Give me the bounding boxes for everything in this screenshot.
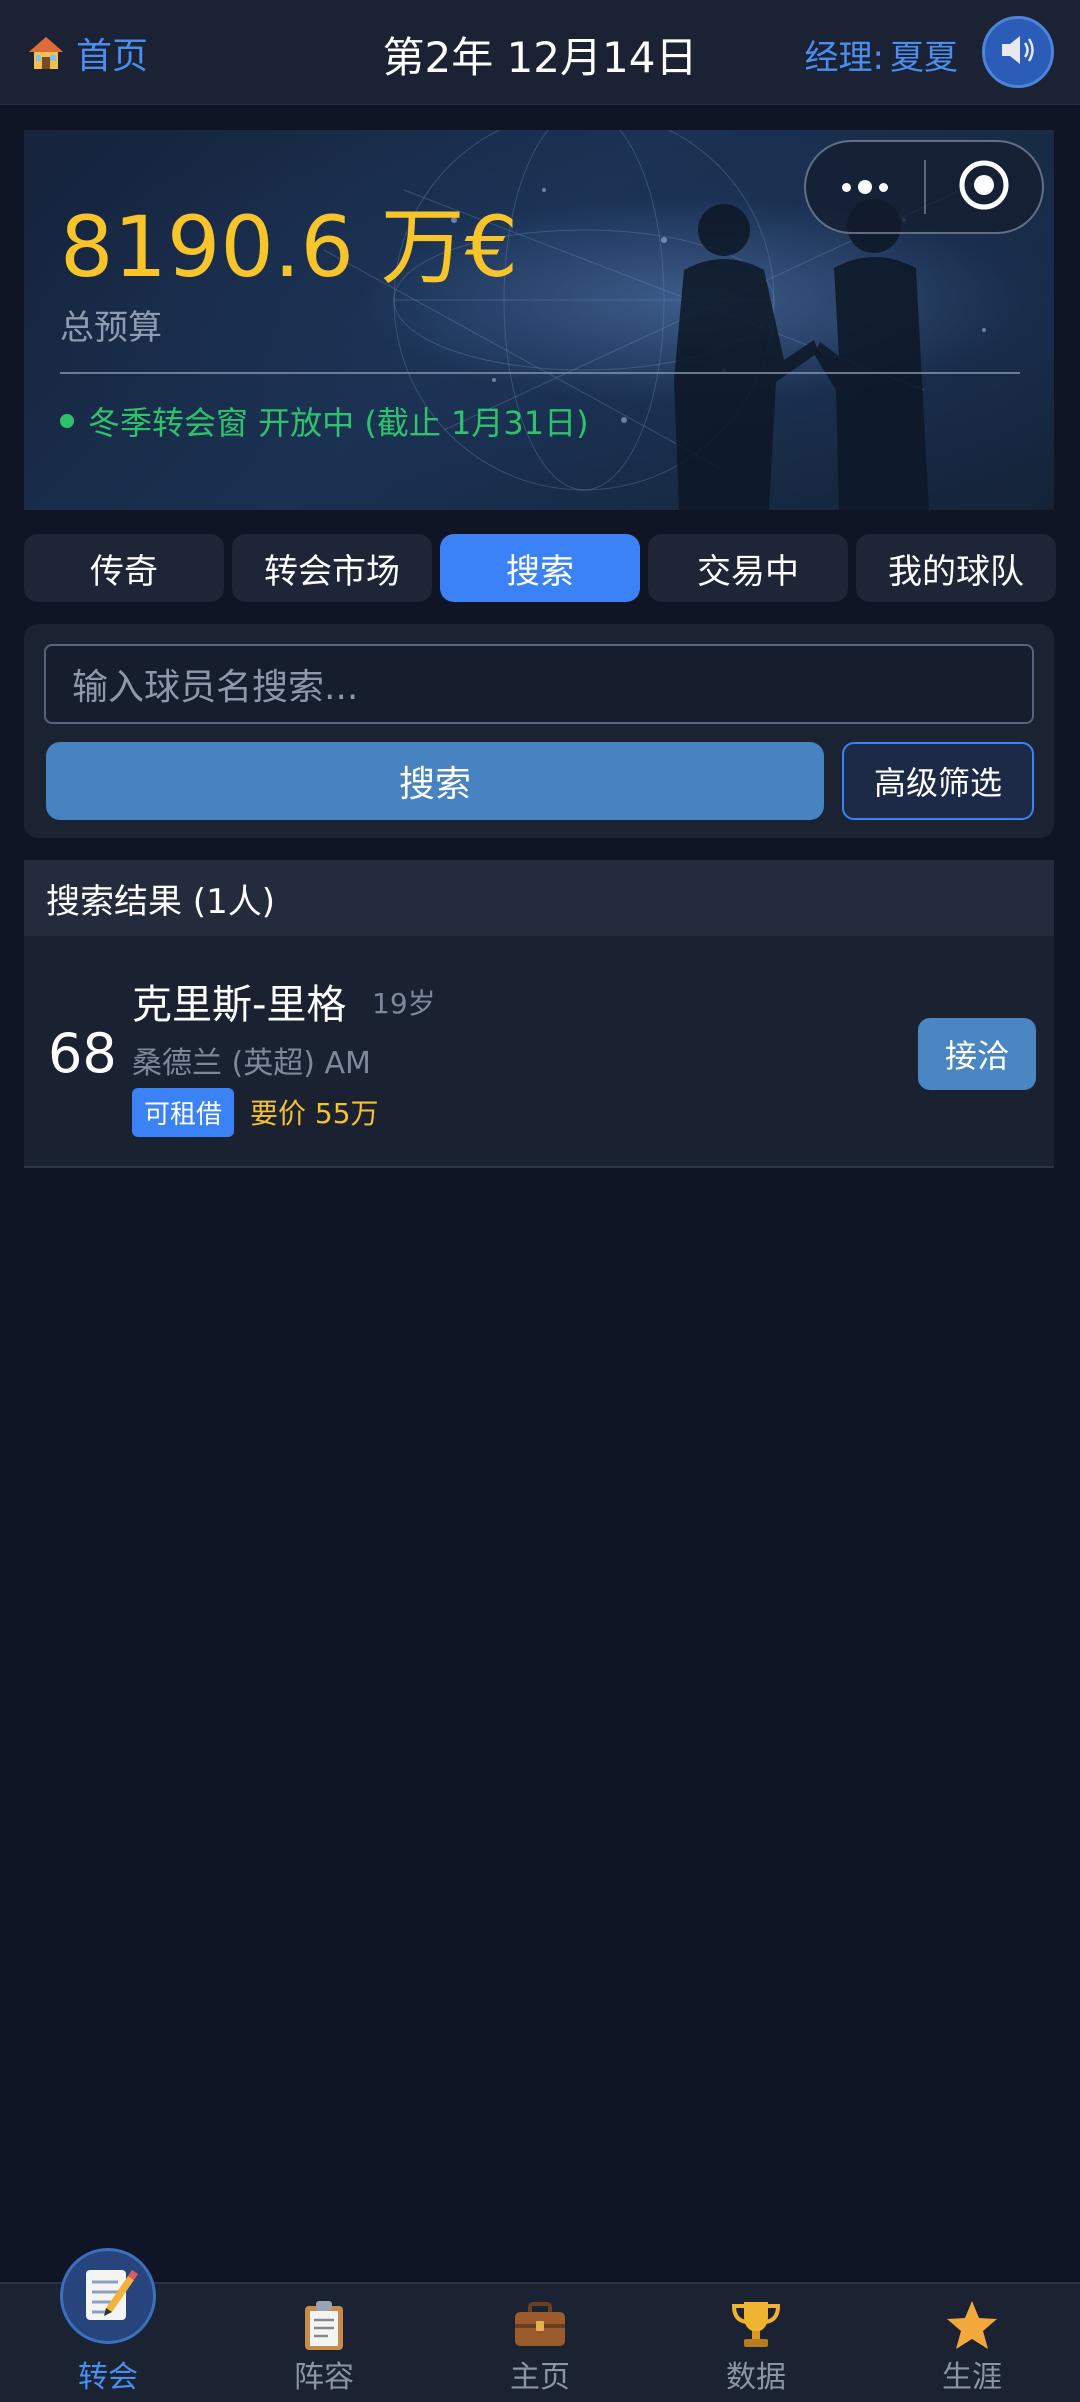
nav-label: 数据 [726, 2360, 786, 2395]
briefcase-icon [511, 2296, 569, 2354]
player-club-position: 桑德兰 (英超) AM [132, 1046, 371, 1081]
transfer-window-text: 冬季转会窗 开放中 (截止 1月31日) [88, 404, 589, 442]
top-bar: 首页 第2年 12月14日 经理: 夏夏 [0, 0, 1080, 105]
tab-search[interactable]: 搜索 [440, 534, 640, 602]
tab-my-team[interactable]: 我的球队 [856, 534, 1056, 602]
trophy-icon [727, 2296, 785, 2354]
miniprogram-capsule [804, 140, 1044, 234]
manager-name: 夏夏 [890, 38, 958, 78]
dot-icon [842, 182, 851, 192]
bottom-nav: 转会 阵容 主页 数据 生涯 [0, 2248, 1080, 2402]
transfer-tabs: 传奇 转会市场 搜索 交易中 我的球队 [24, 534, 1056, 602]
clipboard-icon [295, 2296, 353, 2354]
banner-divider [60, 372, 1020, 374]
search-panel: 输入球员名搜索... 搜索 高级筛选 [24, 624, 1054, 838]
budget-banner: 8190.6 万€ 总预算 冬季转会窗 开放中 (截止 1月31日) [24, 130, 1054, 510]
manager-label: 经理: [804, 38, 884, 78]
nav-data[interactable]: 数据 [648, 2284, 864, 2402]
player-name: 克里斯-里格 [132, 982, 347, 1028]
nav-home[interactable]: 主页 [432, 2284, 648, 2402]
nav-transfer[interactable]: 转会 [0, 2248, 216, 2402]
contact-player-button[interactable]: 接洽 [918, 1018, 1036, 1090]
loan-available-badge: 可租借 [132, 1088, 235, 1137]
tab-in-negotiation[interactable]: 交易中 [648, 534, 848, 602]
search-button[interactable]: 搜索 [46, 742, 824, 820]
nav-lineup[interactable]: 阵容 [216, 2284, 432, 2402]
total-budget-value: 8190.6 万€ [60, 198, 519, 296]
player-search-input[interactable]: 输入球员名搜索... [44, 644, 1034, 724]
nav-label: 主页 [510, 2360, 570, 2395]
close-miniprogram-button[interactable] [926, 158, 1042, 216]
player-age: 19岁 [372, 987, 436, 1020]
tab-legend[interactable]: 传奇 [24, 534, 224, 602]
sound-button[interactable] [982, 16, 1054, 88]
nav-label: 阵容 [294, 2360, 354, 2395]
speaker-icon [996, 28, 1040, 76]
target-icon [957, 158, 1011, 216]
transfer-window-status: 冬季转会窗 开放中 (截止 1月31日) [60, 398, 589, 444]
advanced-filter-button[interactable]: 高级筛选 [842, 742, 1034, 820]
total-budget-label: 总预算 [60, 308, 162, 348]
asking-price: 要价 55万 [250, 1097, 379, 1130]
memo-icon [76, 2262, 140, 2330]
status-dot-icon [60, 414, 74, 428]
nav-active-indicator [60, 2248, 156, 2344]
nav-label: 生涯 [942, 2360, 1002, 2395]
dot-icon [879, 182, 888, 192]
star-icon [943, 2296, 1001, 2354]
tab-transfer-market[interactable]: 转会市场 [232, 534, 432, 602]
player-rating: 68 [48, 1022, 117, 1085]
search-results-header: 搜索结果 (1人) [24, 860, 1054, 936]
nav-label: 转会 [78, 2360, 138, 2395]
player-row[interactable]: 68 克里斯-里格 19岁 桑德兰 (英超) AM 可租借 要价 55万 接洽 [24, 936, 1054, 1168]
more-options-button[interactable] [806, 142, 924, 232]
nav-career[interactable]: 生涯 [864, 2284, 1080, 2402]
dot-icon [858, 180, 872, 194]
manager-info: 经理: 夏夏 [805, 30, 958, 79]
